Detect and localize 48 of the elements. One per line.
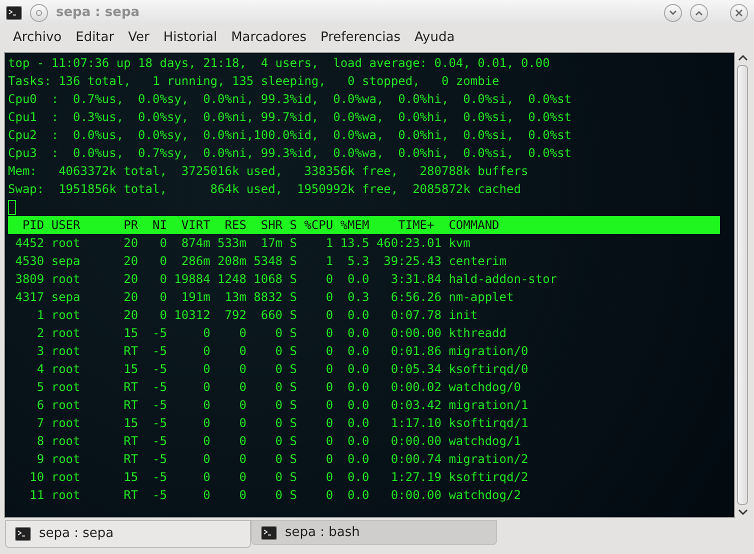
terminal-line: 6 root RT -5 0 0 0 S 0 0.0 0:03.42 migration/1 (36, 397, 530, 414)
terminal-tab[interactable]: sepa : sepa (5, 520, 251, 548)
terminal-line: 3 root RT -5 0 0 0 S 0 0.0 0:01.86 migration/0 (36, 343, 530, 360)
scroll-down-icon[interactable] (738, 508, 748, 516)
terminal-line: 2 root 15 -5 0 0 0 S 0 0.0 0:00.00 kthreadd (36, 325, 508, 342)
terminal-line: 11 root RT -5 0 0 0 S 0 0.0 0:00.00 watchdog/2 (28, 487, 522, 504)
terminal-line: 9 root RT -5 0 0 0 S 0 0.0 0:00.74 migration/2 (36, 451, 530, 468)
terminal-line: Cpu0 : 0.7%us, 0.0%sy, 0.0%ni, 99.3%id, 0.0%wa, 0.0%hi, 0.0%si, 0.0%st (8, 91, 573, 108)
close-icon (735, 8, 743, 16)
terminal-line: 5 root RT -5 0 0 0 S 0 0.0 0:00.02 watchdog/0 (36, 379, 522, 396)
scroll-up-icon[interactable] (738, 54, 748, 62)
pin-button[interactable] (30, 4, 48, 22)
terminal-icon (261, 526, 277, 540)
terminal-line: 4452 root 20 0 874m 533m 17m S 1 13.5 460:23.01 kvm (14, 235, 472, 252)
header-bar: PID USER PR NI VIRT RES SHR S %CPU %MEM TIME+ COMMAND (8, 216, 720, 234)
scroll-thumb[interactable] (737, 65, 748, 505)
terminal-line: Swap: 1951856k total, 864k used, 1950992k free, 2085872k cached (8, 181, 522, 198)
terminal-line: 8 root RT -5 0 0 0 S 0 0.0 0:00.00 watchdog/1 (36, 433, 522, 450)
terminal-line: 4317 sepa 20 0 191m 13m 8832 S 0 0.3 6:56.26 nm-applet (14, 289, 515, 306)
close-button[interactable] (730, 4, 748, 22)
terminal-line: 4530 sepa 20 0 286m 208m 5348 S 1 5.3 39:25.43 centerim (14, 253, 508, 270)
terminal-line: 1 root 20 0 10312 792 660 S 0 0.0 0:07.78 init (36, 307, 479, 324)
terminal-line: 7 root 15 -5 0 0 0 S 0 0.0 1:17.10 ksoftirqd/1 (36, 415, 530, 432)
terminal-icon (6, 6, 22, 20)
menu-item[interactable]: Preferencias (314, 28, 408, 48)
terminal-line: 10 root 15 -5 0 0 0 S 0 0.0 1:27.19 ksoftirqd/2 (28, 469, 530, 486)
minimize-button[interactable] (664, 4, 682, 22)
terminal-line: 3809 root 20 0 19884 1248 1068 S 0 0.0 3:31.84 hald-addon-stor (14, 271, 558, 288)
maximize-button[interactable] (690, 4, 708, 22)
menu-item[interactable]: Marcadores (224, 28, 314, 48)
terminal-line: top - 11:07:36 up 18 days, 21:18, 4 users, load average: 0.04, 0.01, 0.00 (8, 55, 551, 72)
menu-item[interactable]: Archivo (6, 28, 69, 48)
menu-item[interactable]: Ver (121, 28, 156, 48)
terminal-line: 4 root 15 -5 0 0 0 S 0 0.0 0:05.34 ksoftirqd/0 (36, 361, 530, 378)
terminal-line: Cpu1 : 0.3%us, 0.0%sy, 0.0%ni, 99.7%id, 0.0%wa, 0.0%hi, 0.0%si, 0.0%st (8, 109, 573, 126)
terminal-line: Cpu2 : 0.0%us, 0.0%sy, 0.0%ni,100.0%id, 0.0%wa, 0.0%hi, 0.0%si, 0.0%st (8, 127, 573, 144)
menu-item[interactable]: Ayuda (408, 28, 462, 48)
terminal-line: Mem: 4063372k total, 3725016k used, 338356k free, 280788k buffers (8, 163, 530, 180)
terminal-line: Tasks: 136 total, 1 running, 135 sleeping, 0 stopped, 0 zombie (8, 73, 500, 90)
window-title: sepa : sepa (56, 4, 140, 22)
menu-item[interactable]: Historial (156, 28, 224, 48)
menu-item[interactable]: Editar (68, 28, 122, 48)
terminal-cursor (8, 200, 16, 214)
chevron-down-icon (669, 10, 677, 16)
terminal-tab[interactable]: sepa : bash (251, 520, 497, 545)
chevron-up-icon (695, 10, 703, 16)
terminal-line: Cpu3 : 0.0%us, 0.7%sy, 0.0%ni, 99.3%id, 0.0%wa, 0.0%hi, 0.0%si, 0.0%st (8, 145, 573, 162)
terminal-icon (15, 527, 31, 541)
